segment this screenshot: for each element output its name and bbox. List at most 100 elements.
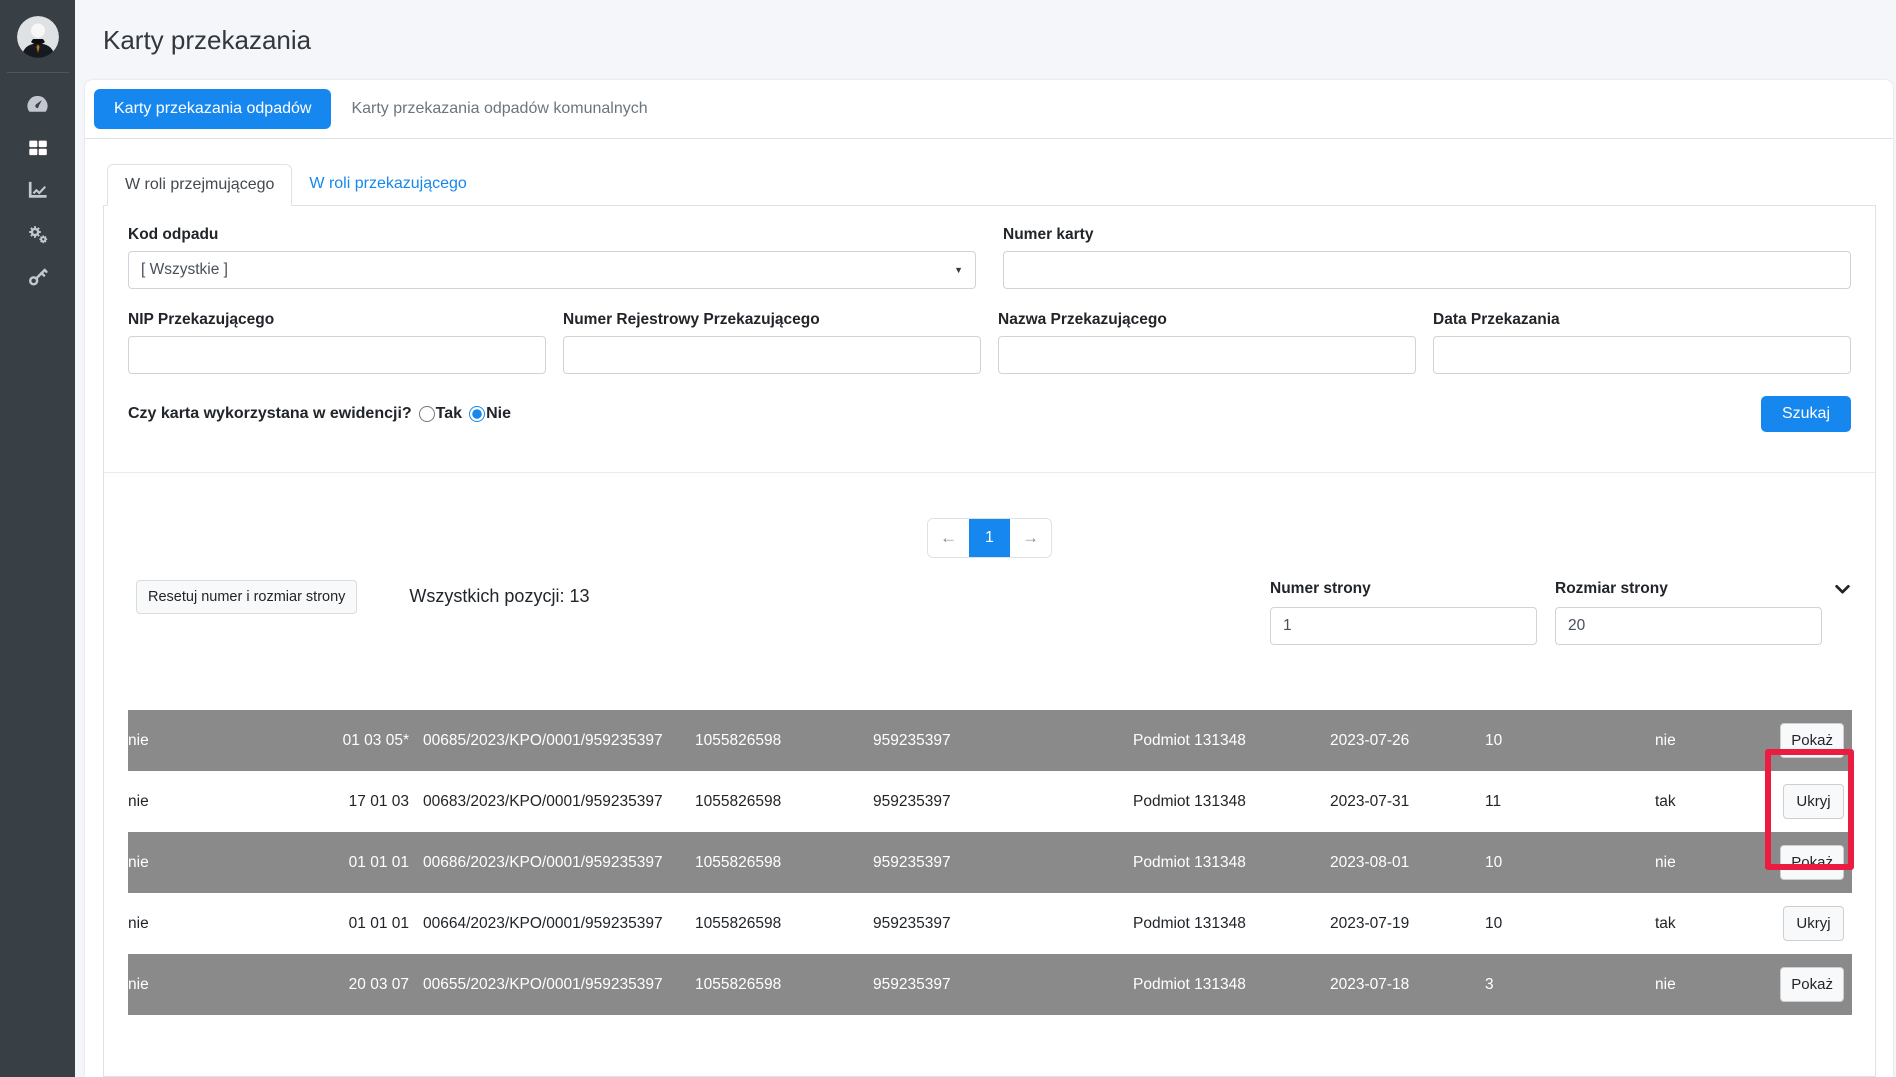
page-header: Karty przekazania <box>85 0 1893 80</box>
page-number-input[interactable] <box>1270 607 1537 645</box>
cell-nip: 1055826598 <box>695 954 873 1015</box>
cell-registry-number: 959235397 <box>873 832 1133 893</box>
main-tab[interactable]: Karty przekazania odpadów <box>94 89 331 129</box>
role-tab-label: W roli przejmującego <box>125 176 274 193</box>
chart-line-icon[interactable] <box>0 169 75 212</box>
evidence-radio-option[interactable]: Tak <box>419 405 462 423</box>
evidence-radio-input[interactable] <box>469 406 485 422</box>
column-header <box>128 691 308 710</box>
cell-action: Pokaż <box>1780 710 1852 771</box>
registry-number-label: Numer Rejestrowy Przekazującego <box>563 311 981 329</box>
cell-visible: nie <box>1655 710 1780 771</box>
registry-number-input[interactable] <box>563 336 981 374</box>
caret-down-icon: ▼ <box>954 265 963 275</box>
cell-mass: 10 <box>1485 893 1655 954</box>
cell-mass: 10 <box>1485 832 1655 893</box>
filter-row-2: NIP Przekazującego Numer Rejestrowy Prze… <box>128 311 1851 374</box>
transfer-date-field: Data Przekazania <box>1433 311 1851 374</box>
cell-visible: nie <box>1655 832 1780 893</box>
transfer-date-input[interactable] <box>1433 336 1851 374</box>
cell-transferor-name: Podmiot 131348 <box>1133 832 1330 893</box>
page-number-field: Numer strony <box>1270 580 1537 645</box>
dashboard-gauge-icon[interactable] <box>0 83 75 126</box>
evidence-radio-option[interactable]: Nie <box>469 405 511 423</box>
table-body: nie 01 03 05* 00685/2023/KPO/0001/959235… <box>128 710 1852 1015</box>
waste-code-label: Kod odpadu <box>128 226 976 244</box>
nip-input[interactable] <box>128 336 546 374</box>
card-number-input[interactable] <box>1003 251 1851 289</box>
cell-action: Pokaż <box>1780 832 1852 893</box>
registry-number-field: Numer Rejestrowy Przekazującego <box>563 311 981 374</box>
cell-used: nie <box>128 893 308 954</box>
nip-field: NIP Przekazującego <box>128 311 546 374</box>
cell-card-number: 00685/2023/KPO/0001/959235397 <box>423 710 695 771</box>
table-row: nie 01 01 01 00664/2023/KPO/0001/9592353… <box>128 893 1852 954</box>
user-avatar-icon[interactable] <box>17 16 59 58</box>
role-tab[interactable]: W roli przejmującego <box>107 164 292 206</box>
cell-transfer-date: 2023-08-01 <box>1330 832 1485 893</box>
chevron-down-icon[interactable] <box>1834 581 1851 603</box>
cell-registry-number: 959235397 <box>873 954 1133 1015</box>
sidebar <box>0 0 75 1077</box>
cell-transferor-name: Podmiot 131348 <box>1133 893 1330 954</box>
transferor-name-label: Nazwa Przekazującego <box>998 311 1416 329</box>
column-header <box>423 691 695 710</box>
key-icon[interactable] <box>0 255 75 298</box>
page-size-input[interactable] <box>1555 607 1822 645</box>
cell-registry-number: 959235397 <box>873 893 1133 954</box>
main-area: Karty przekazania Karty przekazania odpa… <box>75 0 1896 1077</box>
results-controls: Resetuj numer i rozmiar strony Wszystkic… <box>128 580 1851 645</box>
page-controls: Numer strony Rozmiar strony <box>1252 580 1851 645</box>
cell-used: nie <box>128 832 308 893</box>
row-action-button[interactable]: Pokaż <box>1780 723 1844 758</box>
cell-nip: 1055826598 <box>695 771 873 832</box>
evidence-radio-input[interactable] <box>419 406 435 422</box>
column-header <box>308 691 423 710</box>
cell-mass: 11 <box>1485 771 1655 832</box>
column-header <box>1133 691 1330 710</box>
cell-used: nie <box>128 771 308 832</box>
current-page-button[interactable]: 1 <box>969 519 1010 557</box>
evidence-radio-label: Tak <box>436 405 462 423</box>
next-page-button[interactable]: → <box>1010 519 1051 557</box>
table-row: nie 01 01 01 00686/2023/KPO/0001/9592353… <box>128 832 1852 893</box>
reset-page-button[interactable]: Resetuj numer i rozmiar strony <box>136 580 357 614</box>
cell-waste-code: 01 01 01 <box>308 832 423 893</box>
row-action-button[interactable]: Pokaż <box>1780 967 1844 1002</box>
row-action-button[interactable]: Ukryj <box>1783 784 1844 819</box>
transferor-name-input[interactable] <box>998 336 1416 374</box>
tables-icon[interactable] <box>0 126 75 169</box>
cell-mass: 10 <box>1485 710 1655 771</box>
waste-code-field: Kod odpadu [ Wszystkie ] ▼ <box>128 226 976 289</box>
evidence-question: Czy karta wykorzystana w ewidencji? Tak … <box>128 405 511 423</box>
waste-code-select[interactable]: [ Wszystkie ] ▼ <box>128 251 976 289</box>
main-tab[interactable]: Karty przekazania odpadów komunalnych <box>331 89 667 129</box>
table-row: nie 17 01 03 00683/2023/KPO/0001/9592353… <box>128 771 1852 832</box>
cell-used: nie <box>128 954 308 1015</box>
cell-mass: 3 <box>1485 954 1655 1015</box>
table-row: nie 01 03 05* 00685/2023/KPO/0001/959235… <box>128 710 1852 771</box>
cell-transfer-date: 2023-07-19 <box>1330 893 1485 954</box>
column-header <box>1780 691 1852 710</box>
pagination-group: ← 1 → <box>927 518 1052 558</box>
main-tab-bar: Karty przekazania odpadów Karty przekaza… <box>85 80 1893 139</box>
column-header <box>1485 691 1655 710</box>
cell-waste-code: 01 03 05* <box>308 710 423 771</box>
prev-page-button[interactable]: ← <box>928 519 969 557</box>
column-header <box>1655 691 1780 710</box>
search-button[interactable]: Szukaj <box>1761 396 1851 432</box>
nip-label: NIP Przekazującego <box>128 311 546 329</box>
page-number-label: Numer strony <box>1270 580 1537 598</box>
role-tab-bar: W roli przejmującego W roli przekazujące… <box>103 164 1876 206</box>
role-tab[interactable]: W roli przekazującego <box>292 164 483 206</box>
main-tab-label: Karty przekazania odpadów komunalnych <box>351 100 647 117</box>
main-tab-label: Karty przekazania odpadów <box>114 100 311 117</box>
cell-nip: 1055826598 <box>695 832 873 893</box>
cell-used: nie <box>128 710 308 771</box>
page-title: Karty przekazania <box>103 25 311 56</box>
row-action-button[interactable]: Pokaż <box>1780 845 1844 880</box>
settings-gears-icon[interactable] <box>0 212 75 255</box>
cell-card-number: 00655/2023/KPO/0001/959235397 <box>423 954 695 1015</box>
row-action-button[interactable]: Ukryj <box>1783 906 1844 941</box>
cell-transferor-name: Podmiot 131348 <box>1133 771 1330 832</box>
